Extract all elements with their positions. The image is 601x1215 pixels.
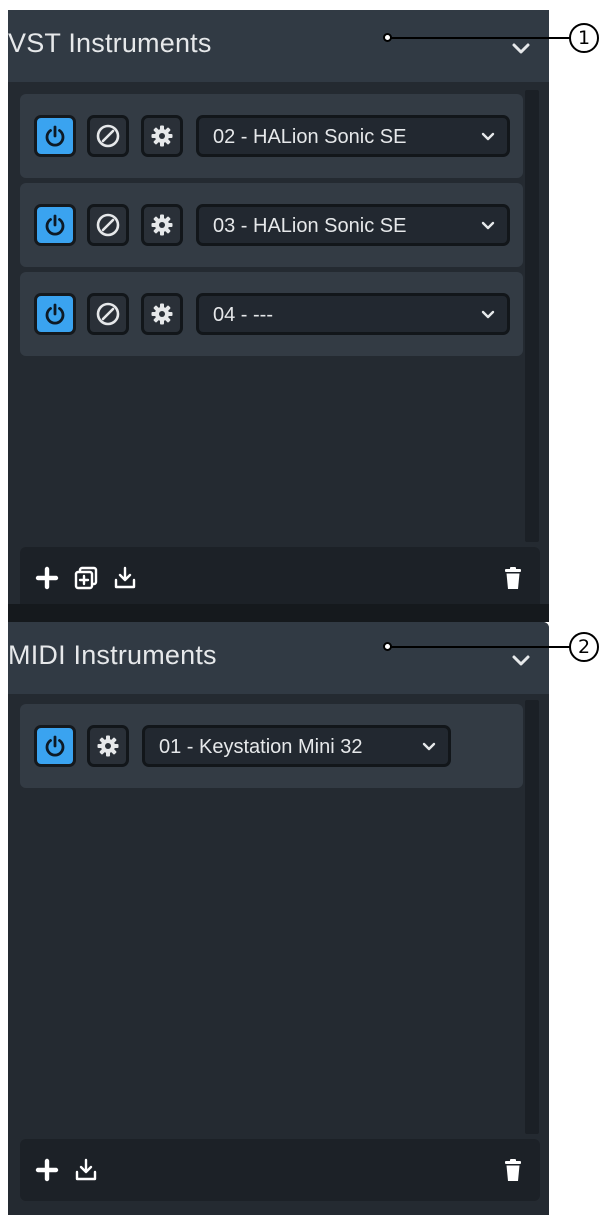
callout-2-dot	[383, 642, 392, 651]
vst-instruments-header[interactable]: VST Instruments	[8, 10, 549, 82]
settings-button[interactable]	[87, 725, 129, 767]
dropdown-chevron-icon	[481, 132, 495, 141]
power-icon	[45, 125, 65, 147]
vst-toolbar	[20, 547, 540, 609]
power-icon	[45, 303, 65, 325]
midi-instrument-select-value: 01 - Keystation Mini 32	[159, 736, 363, 758]
trash-icon[interactable]	[500, 1157, 526, 1183]
midi-instrument-select[interactable]: 01 - Keystation Mini 32	[142, 725, 451, 767]
add-icon[interactable]	[34, 1157, 60, 1183]
vst-slot: 03 - HALion Sonic SE	[20, 183, 523, 267]
dropdown-chevron-icon	[481, 310, 495, 319]
gear-icon	[151, 303, 173, 325]
midi-slot: 01 - Keystation Mini 32	[20, 704, 523, 788]
midi-toolbar	[20, 1139, 540, 1201]
vst-scrollbar[interactable]	[525, 90, 539, 542]
instrument-select[interactable]: 02 - HALion Sonic SE	[196, 115, 510, 157]
collapse-chevron-icon[interactable]	[511, 650, 531, 670]
vst-instruments-panel: VST Instruments 02 - HALion Sonic SE 03 …	[8, 10, 549, 610]
duplicate-icon[interactable]	[73, 565, 99, 591]
instrument-select-value: 02 - HALion Sonic SE	[213, 126, 407, 148]
power-button[interactable]	[34, 293, 76, 335]
instrument-select[interactable]: 04 - ---	[196, 293, 510, 335]
edit-instrument-button[interactable]	[87, 115, 129, 157]
midi-instruments-panel: MIDI Instruments 01 - Keystation Mini 32	[8, 622, 549, 1215]
edit-instrument-icon	[96, 124, 120, 148]
callout-2-number: 2	[569, 632, 599, 662]
settings-button[interactable]	[141, 204, 183, 246]
midi-scrollbar[interactable]	[525, 700, 539, 1134]
collapse-chevron-icon[interactable]	[511, 38, 531, 58]
power-button[interactable]	[34, 115, 76, 157]
import-icon[interactable]	[112, 565, 138, 591]
add-icon[interactable]	[34, 565, 60, 591]
edit-instrument-button[interactable]	[87, 204, 129, 246]
instrument-select[interactable]: 03 - HALion Sonic SE	[196, 204, 510, 246]
instrument-select-value: 04 - ---	[213, 304, 273, 326]
vst-instruments-title: VST Instruments	[8, 28, 212, 58]
callout-1-number: 1	[569, 23, 599, 53]
vst-slot: 02 - HALion Sonic SE	[20, 94, 523, 178]
settings-button[interactable]	[141, 293, 183, 335]
power-button[interactable]	[34, 725, 76, 767]
dropdown-chevron-icon	[422, 742, 436, 751]
vst-slot: 04 - ---	[20, 272, 523, 356]
dropdown-chevron-icon	[481, 221, 495, 230]
power-icon	[45, 214, 65, 236]
panel-divider[interactable]	[8, 604, 549, 622]
edit-instrument-icon	[96, 302, 120, 326]
callout-1-line	[389, 37, 570, 39]
import-icon[interactable]	[73, 1157, 99, 1183]
instrument-select-value: 03 - HALion Sonic SE	[213, 215, 407, 237]
power-icon	[45, 735, 65, 757]
settings-button[interactable]	[141, 115, 183, 157]
power-button[interactable]	[34, 204, 76, 246]
edit-instrument-button[interactable]	[87, 293, 129, 335]
callout-1-dot	[383, 33, 392, 42]
gear-icon	[97, 735, 119, 757]
trash-icon[interactable]	[500, 565, 526, 591]
gear-icon	[151, 125, 173, 147]
midi-instruments-title: MIDI Instruments	[8, 640, 217, 670]
callout-2-line	[389, 646, 570, 648]
midi-instruments-header[interactable]: MIDI Instruments	[8, 622, 549, 694]
gear-icon	[151, 214, 173, 236]
edit-instrument-icon	[96, 213, 120, 237]
